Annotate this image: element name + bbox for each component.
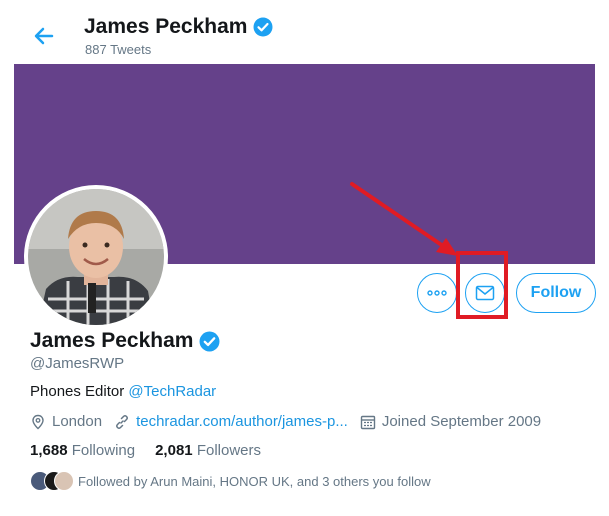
profile-stats: 1,688 Following 2,081 Followers [30, 442, 261, 459]
joined-item: Joined September 2009 [360, 413, 541, 430]
verified-badge-icon [253, 17, 273, 37]
followers-count: 2,081 [155, 442, 193, 459]
location-text: London [52, 413, 103, 430]
location-icon [32, 414, 44, 429]
profile-name-row: James Peckham [30, 329, 220, 353]
bio-text: Phones Editor [30, 383, 129, 400]
annotation-highlight-box [456, 251, 508, 319]
back-button[interactable] [28, 20, 60, 52]
calendar-icon [360, 415, 376, 429]
bio-mention-link[interactable]: @TechRadar [128, 383, 216, 400]
header-title: James Peckham [84, 15, 248, 38]
followed-by-avatars [30, 471, 74, 491]
followed-by-row[interactable]: Followed by Arun Maini, HONOR UK, and 3 … [30, 471, 431, 491]
profile-bio: Phones Editor @TechRadar [30, 383, 216, 400]
back-arrow-icon [34, 27, 54, 45]
following-label: Following [71, 442, 136, 459]
profile-handle: @JamesRWP [30, 355, 125, 372]
top-bar: James Peckham 887 Tweets [0, 0, 609, 64]
location-item: London [30, 413, 102, 430]
website-item[interactable]: techradar.com/author/james-p... [114, 413, 348, 430]
following-stat[interactable]: 1,688 Following [30, 442, 135, 459]
avatar-photo [28, 189, 164, 325]
more-icon [427, 290, 447, 296]
joined-text: Joined September 2009 [381, 413, 542, 430]
following-count: 1,688 [30, 442, 68, 459]
tweet-count: 887 Tweets [85, 42, 152, 57]
avatar [54, 471, 74, 491]
verified-badge-icon [199, 331, 220, 351]
follow-button[interactable]: Follow [516, 273, 596, 313]
link-icon [116, 414, 129, 429]
header-title-row: James Peckham [84, 15, 273, 39]
followed-by-text: Followed by Arun Maini, HONOR UK, and 3 … [78, 473, 431, 489]
profile-name: James Peckham [30, 329, 194, 352]
profile-meta: London techradar.com/author/james-p... J… [30, 413, 553, 430]
website-link[interactable]: techradar.com/author/james-p... [136, 413, 348, 430]
more-button[interactable] [417, 273, 457, 313]
followers-label: Followers [196, 442, 261, 459]
followers-stat[interactable]: 2,081 Followers [155, 442, 261, 459]
profile-avatar[interactable] [24, 185, 168, 329]
